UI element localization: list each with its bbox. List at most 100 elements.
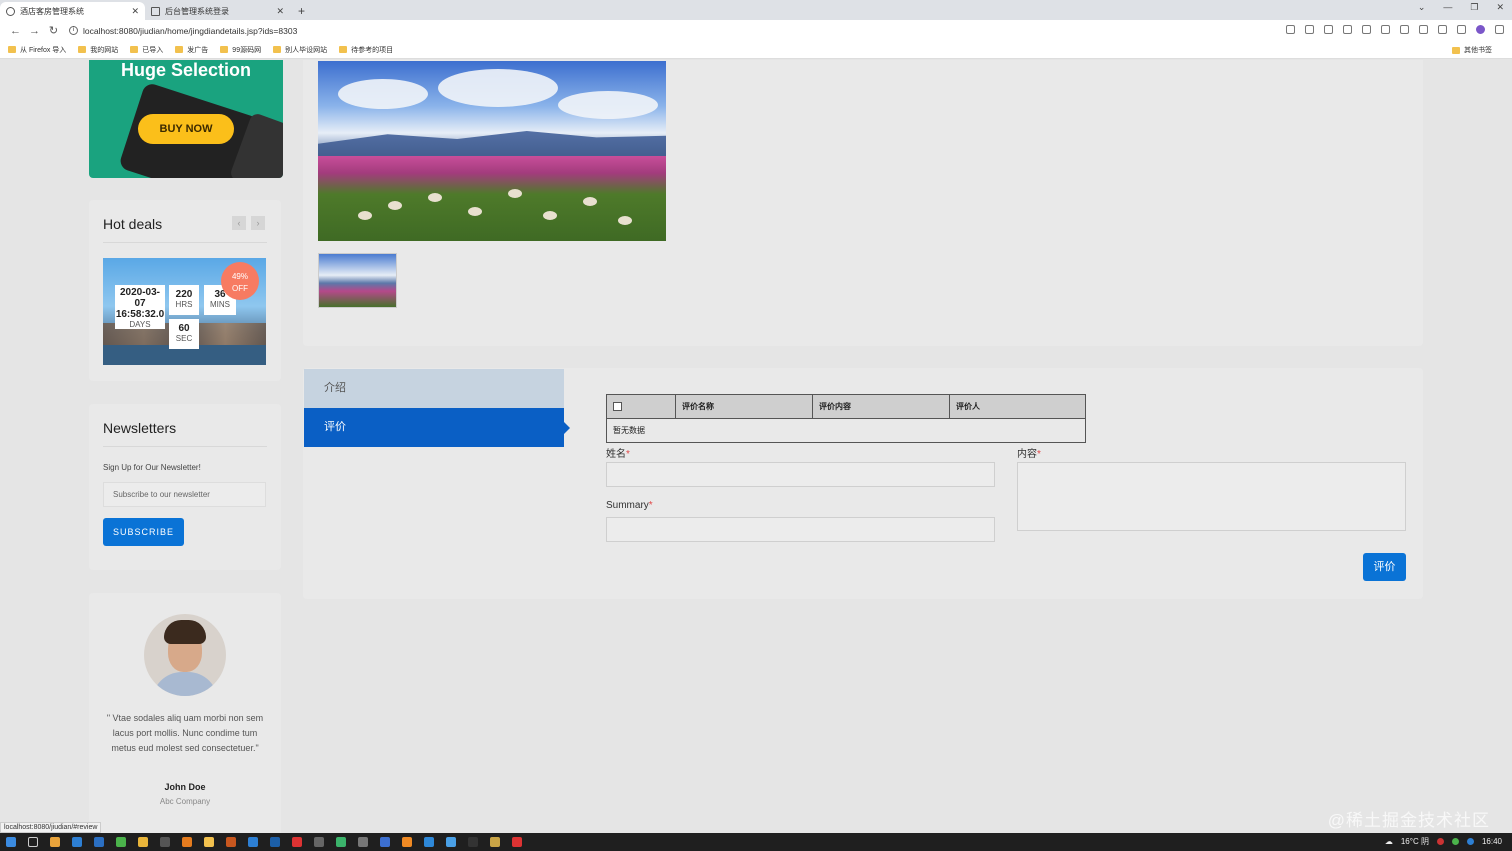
app-icon[interactable] xyxy=(468,837,478,847)
bookmark-item[interactable]: 别人毕设网站 xyxy=(273,45,327,55)
bookmark-item[interactable]: 待参考的项目 xyxy=(339,45,393,55)
content-textarea[interactable] xyxy=(1017,462,1406,531)
minimize-icon[interactable]: — xyxy=(1443,2,1452,13)
countdown-days-label: DAYS xyxy=(129,320,151,329)
chevron-left-icon[interactable]: ‹ xyxy=(232,216,246,230)
browser-tab-hotel[interactable]: 酒店客房管理系统 ✕ xyxy=(0,2,145,20)
app-icon[interactable] xyxy=(292,837,302,847)
clock[interactable]: 16:40 xyxy=(1482,837,1502,846)
photo-sheep xyxy=(618,216,632,225)
avatar xyxy=(144,614,226,696)
app-icon[interactable] xyxy=(402,837,412,847)
zoom-icon[interactable] xyxy=(1305,25,1314,34)
subscribe-button[interactable]: SUBSCRIBE xyxy=(103,518,184,546)
os-taskbar: ☁ 16°C 阴 16:40 xyxy=(0,833,1512,851)
bookmark-item[interactable]: 从 Firefox 导入 xyxy=(8,45,66,55)
summary-input[interactable] xyxy=(606,517,995,542)
promo-banner[interactable]: Huge Selection BUY NOW xyxy=(89,60,283,178)
select-all-checkbox[interactable] xyxy=(613,402,622,412)
app-icon[interactable] xyxy=(380,837,390,847)
reviews-table: 评价名称 评价内容 评价人 暂无数据 xyxy=(606,394,1086,443)
divider xyxy=(103,446,267,447)
bookmark-item[interactable]: 99源码网 xyxy=(220,45,261,55)
browser-tab-admin[interactable]: 后台管理系统登录 ✕ xyxy=(145,2,290,20)
window-controls: ⌄ — ❐ ✕ xyxy=(1418,2,1504,13)
tab-title: 酒店客房管理系统 xyxy=(20,6,84,16)
app-icon[interactable] xyxy=(424,837,434,847)
newsletter-email-input[interactable]: Subscribe to our newsletter xyxy=(103,482,266,507)
star-icon[interactable] xyxy=(1343,25,1352,34)
menu-icon[interactable] xyxy=(1495,25,1504,34)
table-header-row: 评价名称 评价内容 评价人 xyxy=(606,394,1086,419)
folder-icon xyxy=(130,46,139,53)
app-icon[interactable] xyxy=(314,837,324,847)
forward-icon[interactable]: → xyxy=(25,25,44,37)
close-window-icon[interactable]: ✕ xyxy=(1496,2,1504,13)
extension-w-icon[interactable] xyxy=(1400,25,1409,34)
bookmark-item[interactable]: 我的网站 xyxy=(78,45,118,55)
wechat-icon[interactable] xyxy=(116,837,126,847)
cast-icon[interactable] xyxy=(1362,25,1371,34)
app-icon[interactable] xyxy=(512,837,522,847)
url-text: localhost:8080/jiudian/home/jingdiandeta… xyxy=(83,25,298,36)
tab-title: 后台管理系统登录 xyxy=(165,6,229,16)
photo-sheep xyxy=(543,211,557,220)
search-icon[interactable] xyxy=(28,837,38,847)
deal-image[interactable]: 2020-03-07 16:58:32.0 DAYS 220 HRS 36 MI… xyxy=(103,258,266,365)
app-icon[interactable] xyxy=(94,837,104,847)
new-tab-button[interactable]: + xyxy=(298,2,305,20)
back-icon[interactable]: ← xyxy=(6,25,25,37)
tab-review[interactable]: 评价 xyxy=(304,408,570,447)
tab-intro[interactable]: 介绍 xyxy=(304,369,564,408)
close-icon[interactable]: ✕ xyxy=(276,6,284,17)
extension-icon[interactable] xyxy=(1419,25,1428,34)
chevron-right-icon[interactable]: › xyxy=(251,216,265,230)
photo-thumbnail[interactable] xyxy=(318,253,397,308)
restore-icon[interactable]: ❐ xyxy=(1470,2,1478,13)
name-input[interactable] xyxy=(606,462,995,487)
app-icon[interactable] xyxy=(358,837,368,847)
tray-icon[interactable] xyxy=(1451,838,1459,845)
app-icon[interactable] xyxy=(248,837,258,847)
puzzle-icon[interactable] xyxy=(1438,25,1447,34)
buy-now-button[interactable]: BUY NOW xyxy=(138,114,234,144)
bookmark-other[interactable]: 其他书签 xyxy=(1452,45,1492,55)
camera-icon[interactable] xyxy=(1381,25,1390,34)
app-icon[interactable] xyxy=(226,837,236,847)
app-icon[interactable] xyxy=(50,837,60,847)
app-icon[interactable] xyxy=(446,837,456,847)
tray-icon[interactable] xyxy=(1466,838,1474,845)
url-field[interactable]: i localhost:8080/jiudian/home/jingdiande… xyxy=(69,26,297,36)
testimonial-card: " Vtae sodales aliq uam morbi non sem la… xyxy=(89,593,281,833)
page-icon xyxy=(151,6,160,16)
bookmark-item[interactable]: 发广告 xyxy=(175,45,208,55)
chevron-down-icon[interactable]: ⌄ xyxy=(1418,2,1426,13)
reload-icon[interactable]: ↻ xyxy=(44,24,63,37)
windows-start-icon[interactable] xyxy=(6,837,16,847)
column-header: 评价人 xyxy=(949,394,1086,419)
tray-icon[interactable] xyxy=(1436,838,1444,845)
page-content: Huge Selection BUY NOW Hot deals ‹ › 202… xyxy=(0,60,1512,833)
hot-deals-title: Hot deals xyxy=(103,216,163,232)
profile-icon[interactable] xyxy=(1476,25,1485,34)
weather-text[interactable]: 16°C 阴 xyxy=(1401,836,1429,847)
browser-toolbar xyxy=(1286,25,1504,34)
close-icon[interactable]: ✕ xyxy=(131,6,139,17)
column-header: 评价名称 xyxy=(675,394,813,419)
app-icon[interactable] xyxy=(490,837,500,847)
submit-review-button[interactable]: 评价 xyxy=(1363,553,1406,581)
folder-icon[interactable] xyxy=(204,837,214,847)
sidebar-icon[interactable] xyxy=(1457,25,1466,34)
app-icon[interactable] xyxy=(160,837,170,847)
app-icon[interactable] xyxy=(270,837,280,847)
main-photo[interactable] xyxy=(318,61,666,241)
share-icon[interactable] xyxy=(1324,25,1333,34)
info-icon[interactable]: i xyxy=(69,26,78,35)
translate-icon[interactable] xyxy=(1286,25,1295,34)
bookmark-item[interactable]: 已导入 xyxy=(130,45,163,55)
countdown-secs: 60 SEC xyxy=(169,319,199,349)
app-icon[interactable] xyxy=(182,837,192,847)
app-icon[interactable] xyxy=(72,837,82,847)
app-icon[interactable] xyxy=(336,837,346,847)
chrome-icon[interactable] xyxy=(138,837,148,847)
